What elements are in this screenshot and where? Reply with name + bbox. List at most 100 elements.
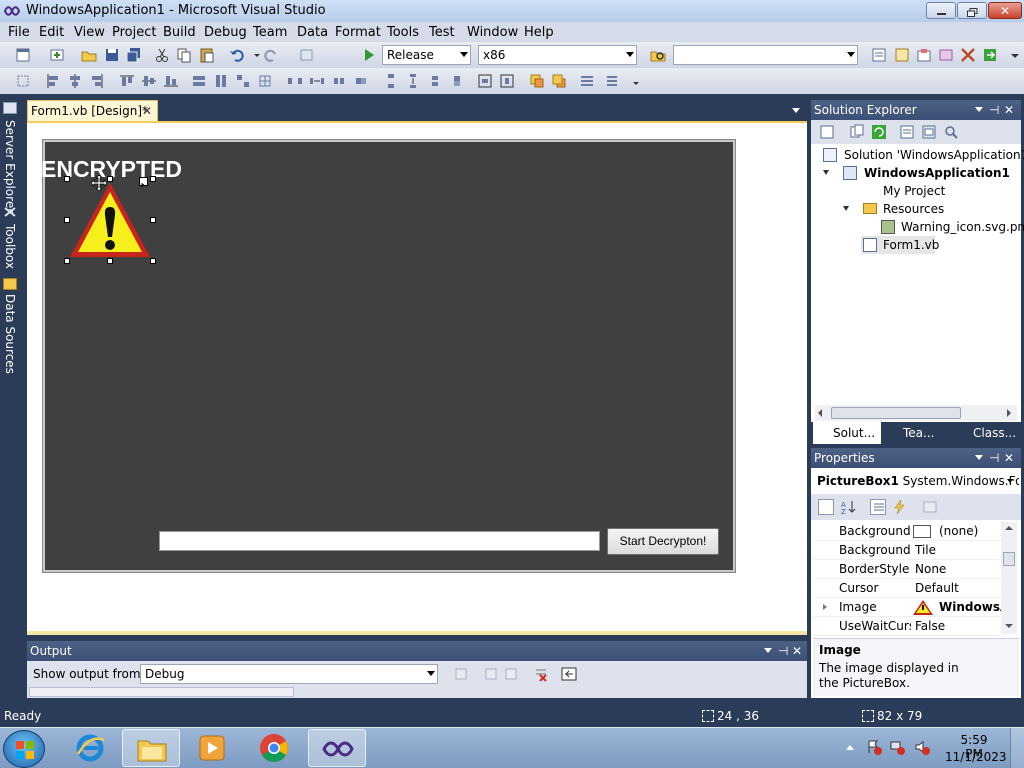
remove-spacing-icon[interactable] <box>352 72 370 90</box>
align-bottom-icon[interactable] <box>162 72 180 90</box>
undo-dropdown-icon[interactable] <box>248 46 260 64</box>
extension-icon[interactable] <box>959 46 977 64</box>
restore-button[interactable] <box>957 2 987 19</box>
expand-arrow-icon[interactable] <box>823 170 829 175</box>
align-middle-icon[interactable] <box>140 72 158 90</box>
make-same-height-icon[interactable] <box>212 72 230 90</box>
size-to-grid-icon[interactable] <box>256 72 274 90</box>
word-wrap-icon[interactable] <box>561 666 577 682</box>
alphabetical-icon[interactable]: AZ <box>840 499 856 515</box>
paste-icon[interactable] <box>198 46 216 64</box>
menu-project[interactable]: Project <box>106 24 162 42</box>
close-tab-icon[interactable]: ✕ <box>142 103 152 119</box>
toolbox-icon[interactable] <box>937 46 955 64</box>
copy-icon[interactable] <box>175 46 193 64</box>
scroll-up-icon[interactable] <box>1005 526 1013 530</box>
action-center-icon[interactable] <box>866 739 882 755</box>
taskbar-vs-button[interactable] <box>308 729 366 767</box>
refresh-icon[interactable] <box>871 124 887 140</box>
pin-icon[interactable]: ⊣ <box>778 643 788 659</box>
navigate-icon[interactable] <box>298 46 316 64</box>
scroll-thumb[interactable] <box>831 407 961 419</box>
find-in-files-icon[interactable] <box>649 46 667 64</box>
pin-icon[interactable]: ⊣ <box>989 450 999 466</box>
cut-icon[interactable] <box>153 46 171 64</box>
platform-select[interactable]: x86 <box>478 45 637 65</box>
expand-arrow-icon[interactable] <box>823 604 827 610</box>
taskbar-chrome-button[interactable] <box>246 729 302 767</box>
menu-help[interactable]: Help <box>518 24 560 42</box>
increase-spacing-icon[interactable] <box>308 72 326 90</box>
decrease-spacing-icon[interactable] <box>330 72 348 90</box>
toolbar-options-icon[interactable] <box>1006 46 1019 64</box>
horizontal-spacing-icon[interactable] <box>286 72 304 90</box>
close-panel-icon[interactable]: ✕ <box>1004 102 1014 118</box>
increase-vertical-spacing-icon[interactable] <box>404 72 422 90</box>
panel-menu-icon[interactable] <box>975 455 983 460</box>
resize-handle[interactable] <box>64 176 70 182</box>
property-row[interactable]: Cursor Default <box>813 579 1001 598</box>
menu-debug[interactable]: Debug <box>198 24 253 42</box>
properties-view-icon[interactable] <box>870 499 886 515</box>
taskbar-media-button[interactable] <box>184 729 240 767</box>
key-textbox[interactable] <box>159 531 600 551</box>
toolbar-overflow-icon[interactable] <box>627 72 639 90</box>
send-to-back-icon[interactable] <box>550 72 568 90</box>
taskbar-explorer-button[interactable] <box>122 729 180 767</box>
center-vertically-icon[interactable] <box>498 72 516 90</box>
next-message-icon[interactable] <box>503 666 519 682</box>
picturebox-warning[interactable] <box>64 174 156 264</box>
redo-icon[interactable] <box>262 46 280 64</box>
taskbar-ie-button[interactable] <box>62 729 118 767</box>
resize-handle[interactable] <box>150 258 156 264</box>
save-icon[interactable] <box>103 46 121 64</box>
data-sources-tab[interactable]: Data Sources <box>1 294 19 374</box>
horizontal-scrollbar[interactable] <box>815 405 1017 421</box>
menu-format[interactable]: Format <box>329 24 387 42</box>
tab-team-explorer[interactable]: Tea... <box>883 422 949 444</box>
vertical-scrollbar[interactable] <box>1001 522 1017 634</box>
object-browser-icon[interactable] <box>915 46 933 64</box>
events-icon[interactable] <box>892 499 908 515</box>
center-horizontally-icon[interactable] <box>476 72 494 90</box>
tree-item-form1[interactable]: Form1.vb <box>861 236 939 254</box>
pin-icon[interactable]: ⊣ <box>989 102 999 118</box>
previous-message-icon[interactable] <box>483 666 499 682</box>
menu-data[interactable]: Data <box>291 24 334 42</box>
close-window-button[interactable]: ✕ <box>988 2 1022 19</box>
find-combo[interactable] <box>673 45 858 65</box>
align-center-icon[interactable] <box>66 72 84 90</box>
minimize-button[interactable] <box>926 2 956 19</box>
toolbox-tab[interactable]: Toolbox <box>1 224 19 284</box>
resize-handle[interactable] <box>150 176 156 182</box>
output-hscroll[interactable] <box>29 687 294 697</box>
resize-handle[interactable] <box>150 217 156 223</box>
property-row[interactable]: BackgroundIr (none) <box>813 522 1001 541</box>
view-designer-icon[interactable] <box>921 124 937 140</box>
expand-arrow-icon[interactable] <box>843 206 849 211</box>
menu-file[interactable]: File <box>2 24 36 42</box>
clock-date[interactable]: 11/1/2023 <box>945 750 1007 764</box>
undo-icon[interactable] <box>228 46 246 64</box>
layout-options-icon[interactable] <box>604 72 622 90</box>
start-button[interactable] <box>3 730 45 768</box>
add-item-icon[interactable] <box>48 46 66 64</box>
class-diagram-icon[interactable] <box>943 124 959 140</box>
document-list-dropdown-icon[interactable] <box>792 108 800 113</box>
align-grid-icon[interactable] <box>14 72 32 90</box>
server-explorer-tab[interactable]: Server Explorer <box>1 120 19 220</box>
resize-handle[interactable] <box>64 258 70 264</box>
menu-window[interactable]: Window <box>461 24 524 42</box>
properties-icon[interactable] <box>819 124 835 140</box>
remove-vertical-spacing-icon[interactable] <box>448 72 466 90</box>
vertical-spacing-icon[interactable] <box>382 72 400 90</box>
menu-tools[interactable]: Tools <box>381 24 425 42</box>
clear-all-icon[interactable] <box>533 666 549 682</box>
align-top-icon[interactable] <box>118 72 136 90</box>
start-decryption-button[interactable]: Start Decrypton! <box>607 528 719 555</box>
close-panel-icon[interactable]: ✕ <box>792 643 802 659</box>
document-tab[interactable]: Form1.vb [Design]* ✕ <box>27 100 158 121</box>
align-right-icon[interactable] <box>88 72 106 90</box>
find-message-icon[interactable] <box>453 666 469 682</box>
smart-tag-icon[interactable] <box>139 177 148 188</box>
